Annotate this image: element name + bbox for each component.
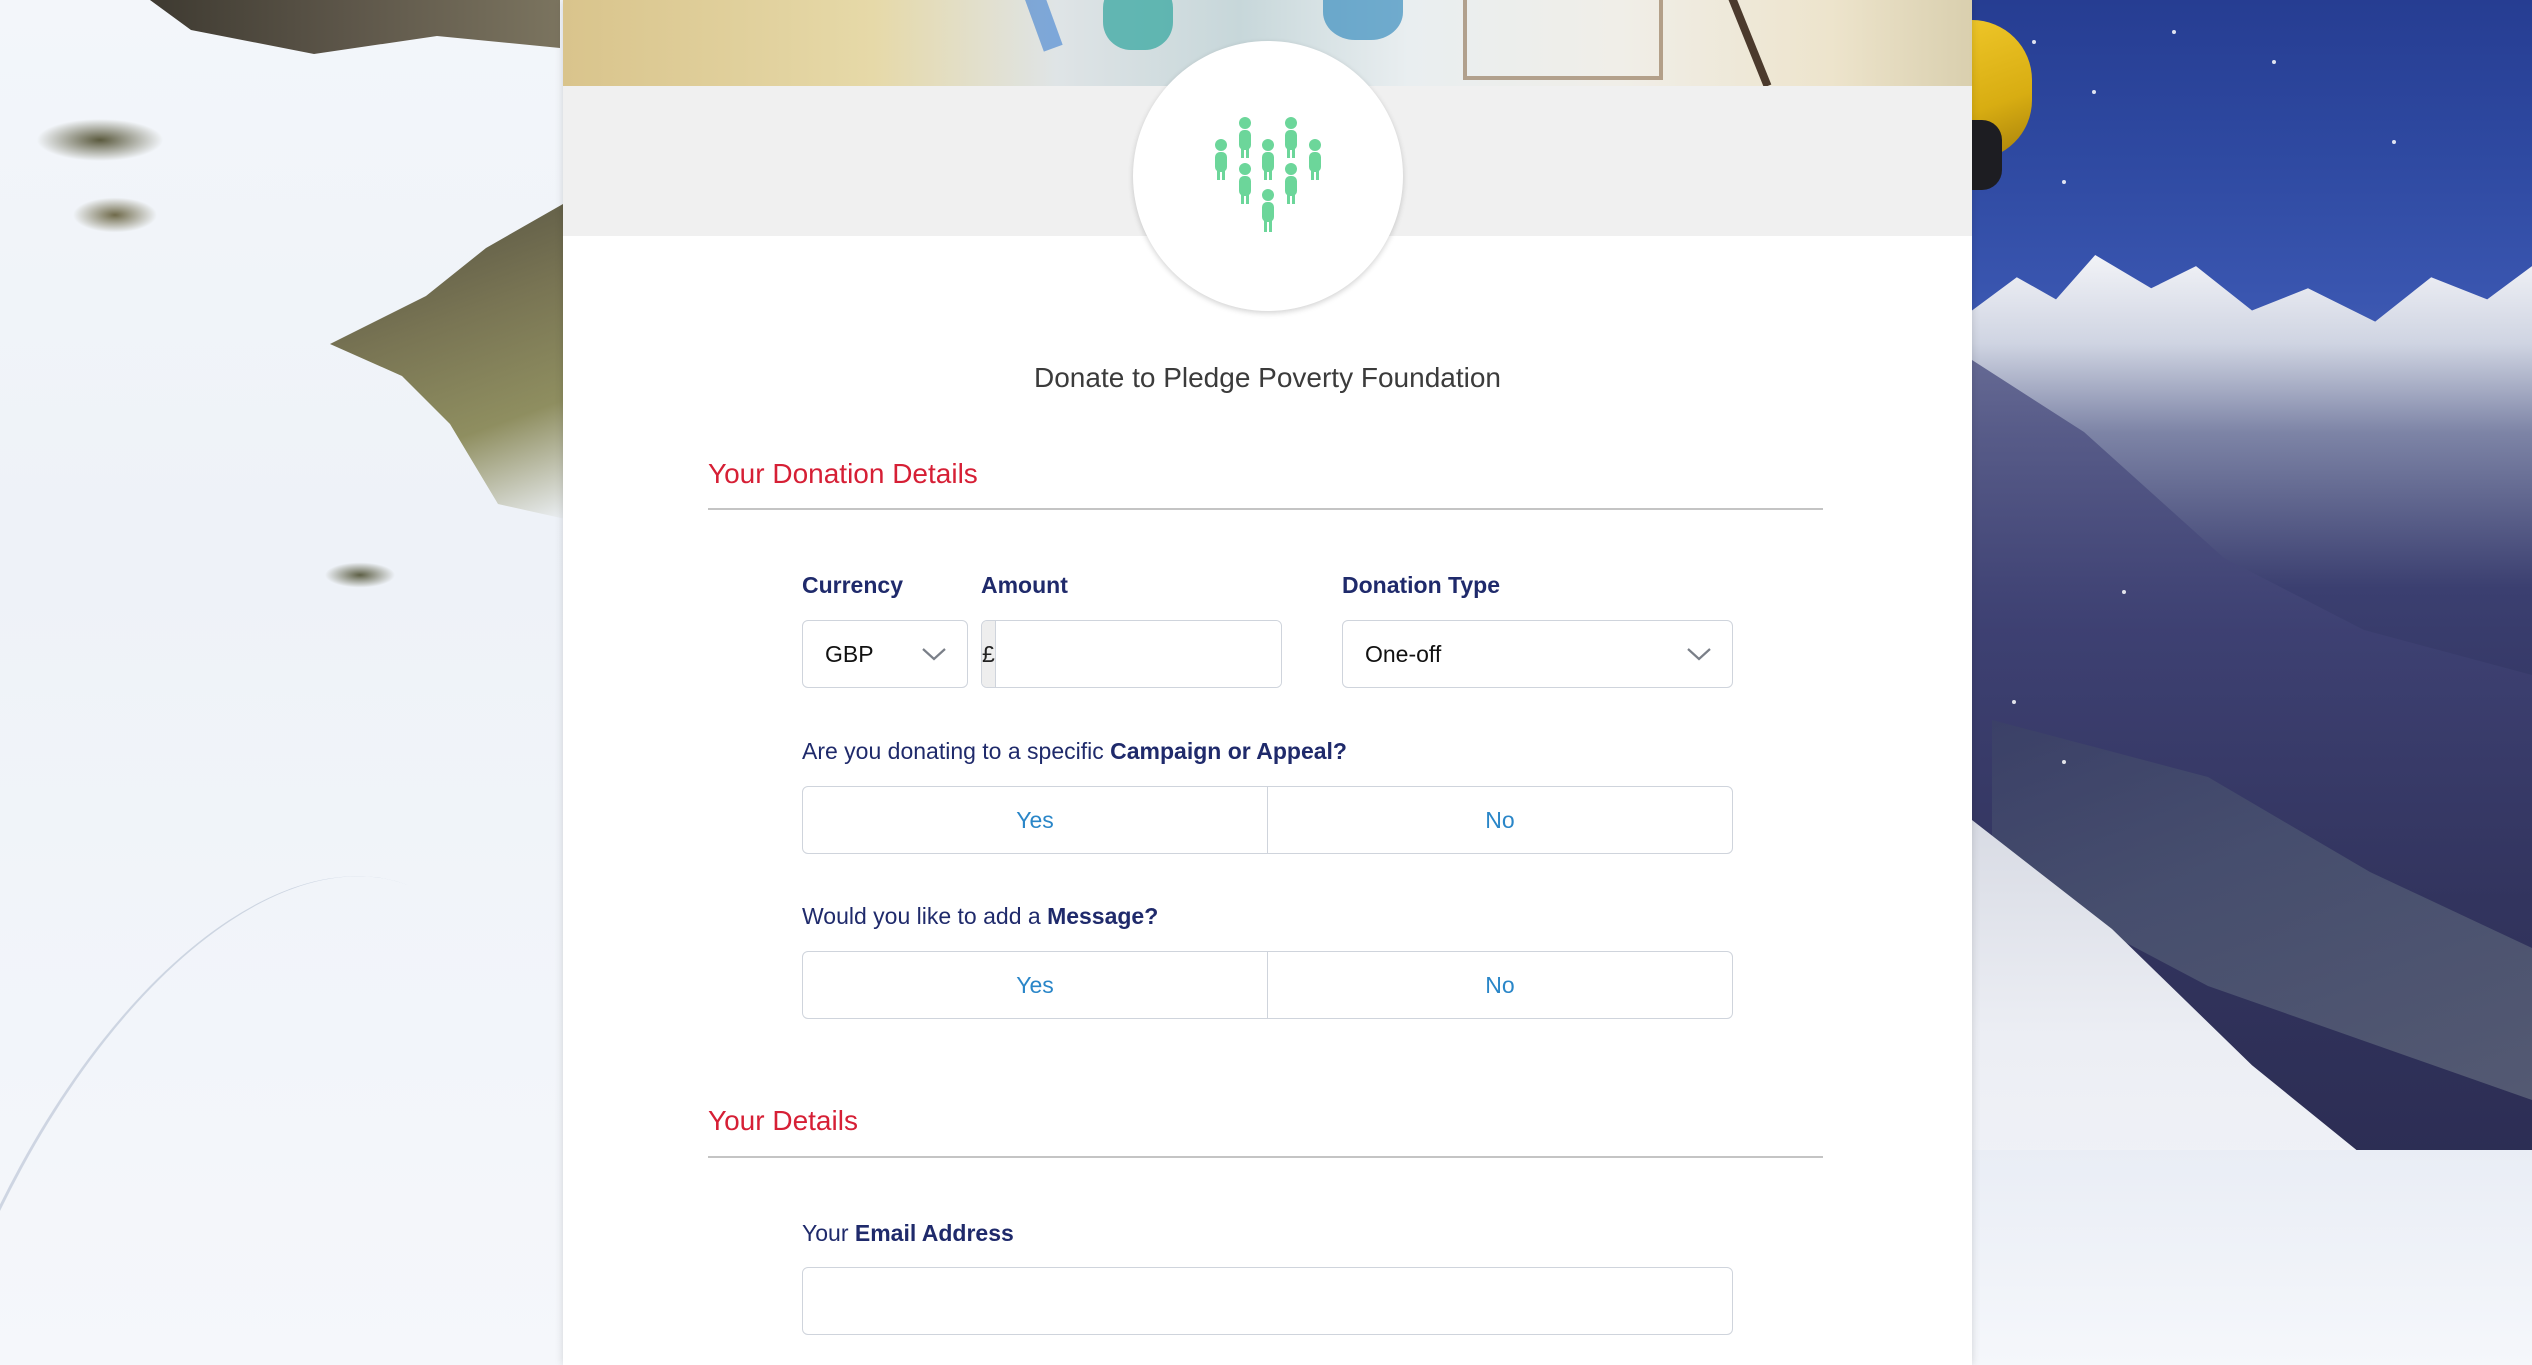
snowflake	[2392, 140, 2396, 144]
header-image-detail	[1023, 0, 1063, 52]
currency-select[interactable]: GBP	[802, 620, 968, 688]
snowflake	[2122, 590, 2126, 594]
email-input[interactable]	[802, 1267, 1733, 1335]
email-label-text: Your	[802, 1220, 855, 1246]
header-image-detail	[1103, 0, 1173, 50]
message-no-button[interactable]: No	[1267, 952, 1732, 1018]
background-rock-ridge	[330, 200, 563, 520]
snowflake	[2062, 760, 2066, 764]
message-toggle: Yes No	[802, 951, 1733, 1019]
organization-logo	[1133, 41, 1403, 311]
snowflake	[2172, 30, 2176, 34]
background-ski-track	[0, 789, 408, 1365]
campaign-question-emphasis: Campaign or Appeal?	[1110, 738, 1347, 764]
your-details-heading: Your Details	[708, 1105, 858, 1136]
message-question-emphasis: Message?	[1047, 903, 1159, 929]
donation-details-heading: Your Donation Details	[708, 458, 978, 489]
section-divider	[708, 508, 1823, 510]
header-image-detail	[1323, 0, 1403, 40]
background-skier-glove	[1972, 120, 2002, 190]
email-label-emphasis: Email Address	[854, 1220, 1014, 1246]
campaign-no-button[interactable]: No	[1267, 787, 1732, 853]
campaign-toggle: Yes No	[802, 786, 1733, 854]
campaign-question: Are you donating to a specific Campaign …	[802, 738, 1347, 765]
message-question: Would you like to add a Message?	[802, 903, 1158, 930]
header-image-detail	[1722, 0, 1772, 86]
background-left-snow	[0, 0, 563, 1365]
donation-type-label: Donation Type	[1342, 572, 1501, 598]
chevron-down-icon[interactable]	[901, 621, 967, 687]
amount-input[interactable]	[995, 621, 1281, 687]
currency-label: Currency	[802, 572, 903, 598]
campaign-yes-button[interactable]: Yes	[803, 787, 1267, 853]
message-question-text: Would you like to add a	[802, 903, 1048, 929]
campaign-question-text: Are you donating to a specific	[802, 738, 1111, 764]
people-heart-icon	[1215, 117, 1321, 232]
email-label: Your Email Address	[802, 1220, 1014, 1247]
donation-form-card: Donate to Pledge Poverty Foundation Your…	[563, 0, 1972, 1365]
snowflake	[2272, 60, 2276, 64]
donation-type-select[interactable]: One-off	[1342, 620, 1733, 688]
currency-symbol: £	[982, 621, 996, 687]
snowflake	[2092, 90, 2096, 94]
chevron-down-icon[interactable]	[1666, 621, 1732, 687]
page-title: Donate to Pledge Poverty Foundation	[1034, 362, 1501, 393]
amount-field[interactable]: £	[981, 620, 1282, 688]
background-rocks	[150, 0, 560, 54]
amount-label: Amount	[981, 572, 1068, 598]
background-right-mountains	[1972, 0, 2532, 1365]
section-divider	[708, 1156, 1823, 1158]
donation-type-selected-value: One-off	[1365, 640, 1442, 667]
background-snow-foreground	[1972, 1150, 2532, 1365]
snowflake	[2032, 40, 2036, 44]
snowflake	[2012, 700, 2016, 704]
snowflake	[2062, 180, 2066, 184]
header-image-detail	[1463, 0, 1663, 80]
currency-selected-value: GBP	[825, 640, 874, 667]
message-yes-button[interactable]: Yes	[803, 952, 1267, 1018]
